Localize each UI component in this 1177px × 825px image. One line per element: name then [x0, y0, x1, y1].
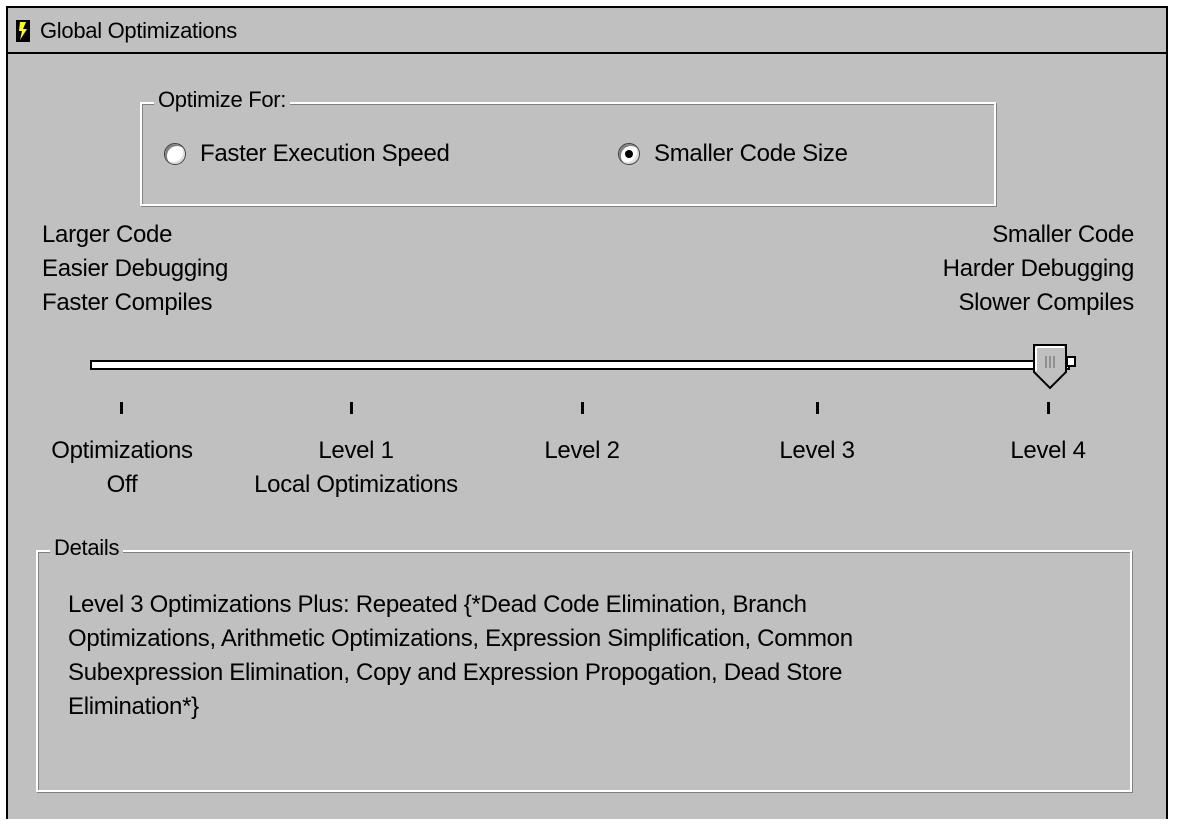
level-label-4: Level 4: [958, 434, 1138, 468]
details-legend: Details: [50, 535, 124, 561]
level-label-1-line2: Local Optimizations: [254, 471, 458, 498]
optimize-for-legend: Optimize For:: [154, 87, 291, 113]
level-label-off-line2: Off: [106, 471, 138, 498]
slider-tick-off: [120, 402, 123, 414]
slider-tick-level-3: [816, 402, 819, 414]
tradeoff-right-3: Slower Compiles: [958, 289, 1134, 316]
level-label-2-line1: Level 2: [544, 437, 620, 464]
level-label-off: Optimizations Off: [22, 434, 222, 502]
details-line-2: Optimizations, Arithmetic Optimizations,…: [68, 625, 853, 652]
optimize-for-group: Optimize For: Faster Execution Speed Sma…: [140, 87, 996, 206]
lightning-icon: [16, 20, 30, 42]
level-label-3: Level 3: [727, 434, 907, 468]
level-label-2: Level 2: [492, 434, 672, 468]
tradeoff-left-3: Faster Compiles: [42, 289, 213, 316]
level-label-1-line1: Level 1: [318, 437, 394, 464]
level-label-3-line1: Level 3: [779, 437, 855, 464]
slider-tick-level-2: [581, 402, 584, 414]
details-text: Level 3 Optimizations Plus: Repeated {*D…: [68, 588, 1100, 724]
radio-button-checked[interactable]: [618, 143, 640, 165]
tradeoff-right-1: Smaller Code: [992, 221, 1134, 248]
tradeoff-right-2: Harder Debugging: [942, 255, 1135, 282]
level-label-1: Level 1 Local Optimizations: [226, 434, 486, 502]
slider-tick-level-1: [350, 402, 353, 414]
tradeoff-left-1: Larger Code: [42, 221, 173, 248]
details-group: Details Level 3 Optimizations Plus: Repe…: [36, 535, 1132, 792]
level-label-4-line1: Level 4: [1010, 437, 1086, 464]
tradeoff-left-labels: Larger Code Easier Debugging Faster Comp…: [42, 218, 228, 320]
radio-smaller-code-size[interactable]: Smaller Code Size: [618, 140, 848, 168]
slider-tick-level-4: [1047, 402, 1050, 414]
radio-label-faster-execution-speed: Faster Execution Speed: [200, 140, 450, 167]
global-optimizations-panel: Global Optimizations Optimize For: Faste…: [6, 6, 1168, 819]
title-bar: Global Optimizations: [8, 8, 1166, 54]
level-label-off-line1: Optimizations: [51, 437, 193, 464]
window-title: Global Optimizations: [40, 18, 237, 43]
radio-button-unchecked[interactable]: [164, 143, 186, 165]
slider-thumb[interactable]: [1032, 344, 1080, 390]
details-line-3: Subexpression Elimination, Copy and Expr…: [68, 659, 843, 686]
details-line-4: Elimination*}: [68, 693, 199, 720]
radio-faster-execution-speed[interactable]: Faster Execution Speed: [164, 140, 450, 168]
tradeoff-left-2: Easier Debugging: [42, 255, 228, 282]
tradeoff-right-labels: Smaller Code Harder Debugging Slower Com…: [942, 218, 1135, 320]
optimization-level-slider-track[interactable]: [90, 360, 1070, 370]
details-line-1: Level 3 Optimizations Plus: Repeated {*D…: [68, 591, 807, 618]
radio-label-smaller-code-size: Smaller Code Size: [654, 140, 848, 167]
